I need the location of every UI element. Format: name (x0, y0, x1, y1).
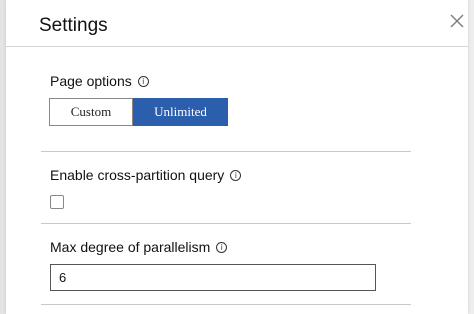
unlimited-option-button[interactable]: Unlimited (133, 98, 228, 126)
panel-title: Settings (39, 15, 108, 36)
page-options-toggle: Custom Unlimited (49, 98, 228, 126)
parallelism-label: Max degree of parallelism (50, 239, 211, 255)
info-icon[interactable]: i (216, 241, 228, 253)
page-options-section: Page options i (50, 73, 149, 89)
close-icon[interactable] (449, 13, 465, 29)
parallelism-section: Max degree of parallelism i (50, 239, 228, 255)
cross-partition-checkbox[interactable] (50, 195, 64, 209)
cross-partition-label: Enable cross-partition query (50, 167, 225, 183)
divider (41, 304, 411, 305)
cross-partition-section: Enable cross-partition query i (50, 167, 242, 183)
parallelism-input[interactable]: 6 (50, 264, 376, 291)
custom-option-button[interactable]: Custom (49, 98, 133, 126)
panel-header: Settings (6, 0, 468, 47)
info-icon[interactable]: i (137, 75, 149, 87)
divider (41, 223, 411, 224)
settings-panel: Settings Page options i Custom Unlimited… (6, 0, 468, 314)
divider (41, 151, 411, 152)
page-options-label: Page options (50, 73, 132, 89)
info-icon[interactable]: i (230, 169, 242, 181)
